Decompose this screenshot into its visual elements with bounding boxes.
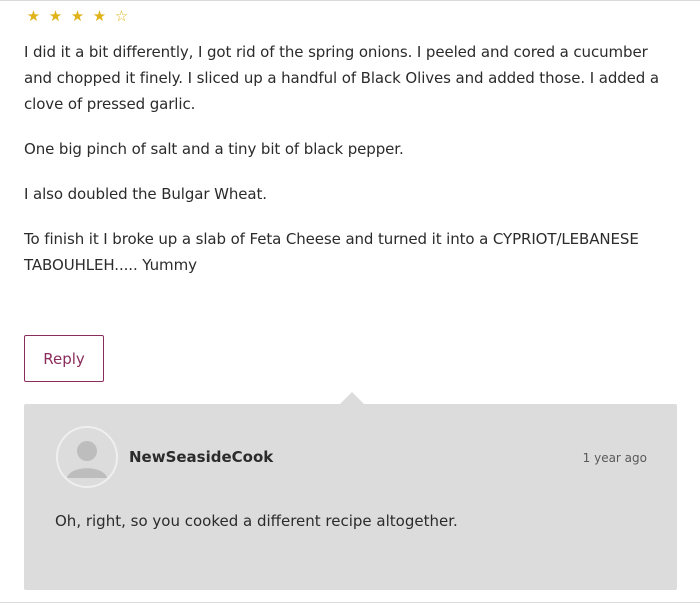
comment-paragraph: One big pinch of salt and a tiny bit of … — [24, 140, 404, 158]
comment-body: I did it a bit differently, I got rid of… — [24, 39, 679, 297]
reply-comment-card: NewSeasideCook 1 year ago Oh, right, so … — [24, 404, 677, 590]
star-filled-icon: ★ — [70, 7, 85, 25]
comment-paragraph: I did it a bit differently, I got rid of… — [24, 43, 659, 113]
comment-paragraph: I also doubled the Bulgar Wheat. — [24, 185, 267, 203]
star-filled-icon: ★ — [48, 7, 63, 25]
reply-text: Oh, right, so you cooked a different rec… — [55, 512, 458, 530]
star-rating: ★ ★ ★ ★ ☆ — [24, 7, 131, 25]
default-avatar-icon — [56, 426, 118, 488]
star-filled-icon: ★ — [26, 7, 41, 25]
comment-paragraph: To finish it I broke up a slab of Feta C… — [24, 230, 639, 274]
comment-thread: ★ ★ ★ ★ ☆ I did it a bit differently, I … — [0, 0, 700, 603]
reply-timestamp[interactable]: 1 year ago — [583, 451, 647, 465]
reply-button[interactable]: Reply — [24, 335, 104, 382]
reply-author-name[interactable]: NewSeasideCook — [129, 448, 273, 466]
star-empty-icon: ☆ — [114, 7, 129, 25]
star-filled-icon: ★ — [92, 7, 107, 25]
